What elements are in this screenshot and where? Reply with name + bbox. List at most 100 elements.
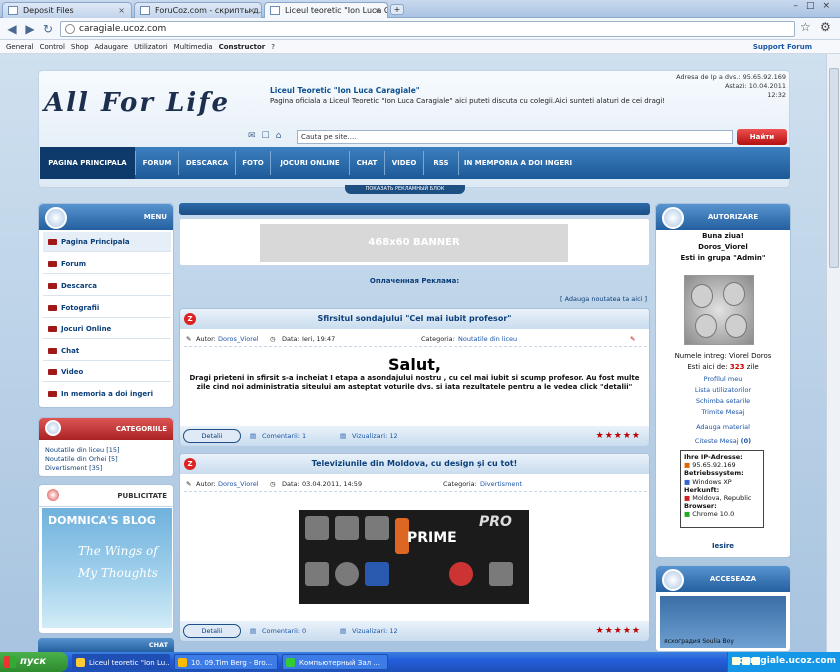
- comments-count[interactable]: Comentarii: 0: [262, 621, 306, 641]
- ucoz-menu-general[interactable]: General: [6, 40, 34, 54]
- address-bar[interactable]: caragiale.ucoz.com: [60, 21, 795, 37]
- comments-count[interactable]: Comentarii: 1: [262, 426, 306, 446]
- ucoz-menu-utilizatori[interactable]: Utilizatori: [134, 40, 168, 54]
- rating-stars[interactable]: ★★★★★: [596, 621, 641, 641]
- post-title[interactable]: Televiziunile din Moldova, cu design şi …: [312, 459, 518, 468]
- edit-icon[interactable]: ✎: [630, 333, 635, 345]
- add-news-link[interactable]: [ Adauga noutatea ta aici ]: [560, 295, 647, 303]
- close-icon[interactable]: ×: [248, 3, 255, 18]
- left-menu-item-video[interactable]: Video: [43, 362, 171, 382]
- back-icon[interactable]: ◀: [4, 22, 20, 36]
- read-msg-count: (0): [740, 437, 752, 445]
- nav-chat[interactable]: CHAT: [350, 147, 384, 179]
- tv-logo-tile: [305, 562, 329, 586]
- left-menu-item-forum[interactable]: Forum: [43, 254, 171, 274]
- chrome-icon: ■: [684, 510, 691, 519]
- left-menu-item-jocuri-online[interactable]: Jocuri Online: [43, 319, 171, 339]
- read-messages-link[interactable]: Citeste Mesaj (0): [655, 437, 791, 445]
- nav-forum[interactable]: FORUM: [136, 147, 178, 179]
- nav-in-memoria[interactable]: IN MEMPORIA A DOI INGERI: [459, 147, 577, 179]
- origin-value: Moldova, Republic: [692, 494, 752, 503]
- site-logo[interactable]: All For Life: [44, 88, 230, 118]
- content-top-bar: [179, 203, 650, 215]
- close-icon[interactable]: ×: [374, 3, 381, 18]
- ucoz-menu-multimedia[interactable]: Multimedia: [174, 40, 213, 54]
- time-line: 12:32: [767, 91, 786, 99]
- wrench-icon[interactable]: ⚙: [820, 20, 831, 34]
- ip-value: 95.65.92.169: [692, 461, 736, 470]
- nav-foto[interactable]: FOTO: [236, 147, 270, 179]
- users-list-link[interactable]: Lista utilizatorilor: [655, 386, 791, 394]
- category-link[interactable]: Noutatile din liceu: [458, 333, 517, 345]
- category-link[interactable]: Noutatile din liceu [15]: [45, 446, 120, 454]
- support-forum-link[interactable]: Support Forum: [753, 40, 812, 54]
- site-search-input[interactable]: Cauta pe site....: [297, 130, 733, 144]
- category-link[interactable]: Noutatile din Orhei [5]: [45, 455, 118, 463]
- avatar-face: [723, 282, 745, 306]
- date-label: Data:: [282, 335, 300, 343]
- post-title[interactable]: Sfirsitul sondajului "Cel mai iubit prof…: [318, 314, 512, 323]
- left-menu-item-descarca[interactable]: Descarca: [43, 276, 171, 296]
- category-link[interactable]: Divertisment: [480, 478, 522, 490]
- close-icon[interactable]: ×: [118, 3, 125, 18]
- browser-tab-forucoz[interactable]: ForuCoz.com - скрипты д... ×: [134, 2, 262, 18]
- send-message-link[interactable]: Trimite Mesaj: [655, 408, 791, 416]
- header-icons[interactable]: ✉☐⌂: [248, 131, 287, 141]
- details-button[interactable]: Detalii: [183, 429, 241, 443]
- details-button[interactable]: Detalii: [183, 624, 241, 638]
- author-link[interactable]: Doros_Viorel: [218, 478, 259, 490]
- scrollbar-thumb[interactable]: [829, 68, 839, 268]
- profile-link[interactable]: Profilul meu: [655, 375, 791, 383]
- left-menu-item-pagina-principala[interactable]: Pagina Principala: [43, 232, 171, 252]
- browser-row: ■ Chrome 10.0: [684, 510, 760, 518]
- ucoz-menu-constructor[interactable]: Constructor: [219, 40, 266, 54]
- post-date: Ieri, 19:47: [302, 335, 336, 343]
- nav-descarca[interactable]: DESCARCA: [179, 147, 235, 179]
- date-line: Astazi: 10.04.2011: [724, 82, 786, 90]
- ucoz-menu-help[interactable]: ?: [271, 40, 275, 54]
- blog-banner[interactable]: DOMNICA'S BLOG The Wings of My Thoughts: [42, 508, 172, 628]
- task-label: Компьютерный Зал ...: [299, 659, 380, 667]
- scrollbar[interactable]: [826, 54, 840, 652]
- browser-tab-deposit[interactable]: Deposit Files ×: [2, 2, 132, 18]
- category-link[interactable]: Divertisment [35]: [45, 464, 102, 472]
- taskbar-item-chrome[interactable]: Liceul teoretic "Ion Lu...: [72, 654, 170, 670]
- author-link[interactable]: Doros_Viorel: [218, 333, 259, 345]
- post-title-bar: Z Sfirsitul sondajului "Cel mai iubit pro…: [180, 309, 649, 329]
- taskbar-item-computer-hall[interactable]: Компьютерный Зал ...: [282, 654, 388, 670]
- nav-pagina-principala[interactable]: PAGINA PRINCIPALA: [40, 147, 135, 179]
- browser-tab-liceul[interactable]: Liceul teoretic "Ion Luca Ca...×: [264, 2, 388, 18]
- site-search-button[interactable]: Найти: [737, 129, 787, 145]
- settings-link[interactable]: Schimba setarile: [655, 397, 791, 405]
- left-menu-item-chat[interactable]: Chat: [43, 341, 171, 361]
- tv-logos-image[interactable]: PRIME PRO: [299, 510, 529, 604]
- ad-banner[interactable]: 468x60 BANNER: [260, 224, 568, 262]
- window-controls[interactable]: –□×: [778, 1, 838, 15]
- ucoz-menu-control[interactable]: Control: [40, 40, 65, 54]
- taskbar-item-player[interactable]: 10. 09.Tim Berg - Bro...: [174, 654, 278, 670]
- acceseaza-caption: ясхоградия Soulia Boy: [664, 638, 734, 645]
- browser-title: Browser:: [684, 502, 717, 511]
- pro-logo: PRO: [479, 514, 512, 530]
- post-icon: Z: [184, 458, 196, 470]
- reload-icon[interactable]: ↻: [40, 22, 56, 36]
- paid-ads-label: Оплаченная Реклама:: [369, 277, 460, 285]
- forward-icon[interactable]: ▶: [22, 22, 38, 36]
- add-material-link[interactable]: Adauga material: [655, 423, 791, 431]
- ucoz-menu-adaugare[interactable]: Adaugare: [95, 40, 129, 54]
- left-menu-item-in-memoria[interactable]: In memoria a doi ingeri: [43, 384, 171, 404]
- nav-jocuri-online[interactable]: JOCURI ONLINE: [271, 147, 349, 179]
- nav-video[interactable]: VIDEO: [385, 147, 423, 179]
- left-menu-item-fotografii[interactable]: Fotografii: [43, 298, 171, 318]
- show-ad-block-button[interactable]: ПОКАЗАТЬ РЕКЛАМНЫЙ БЛОК: [345, 185, 465, 194]
- new-tab-button[interactable]: +: [390, 4, 404, 15]
- menu-label: In memoria a doi ingeri: [61, 390, 153, 398]
- user-avatar[interactable]: [684, 275, 754, 345]
- logout-link[interactable]: Iesire: [655, 542, 791, 550]
- start-button[interactable]: пуск: [0, 652, 68, 672]
- rating-stars[interactable]: ★★★★★: [596, 426, 641, 446]
- ucoz-menu-shop[interactable]: Shop: [71, 40, 89, 54]
- bookmark-star-icon[interactable]: ☆: [800, 20, 811, 34]
- favicon-icon: [140, 6, 150, 15]
- nav-rss[interactable]: RSS: [424, 147, 458, 179]
